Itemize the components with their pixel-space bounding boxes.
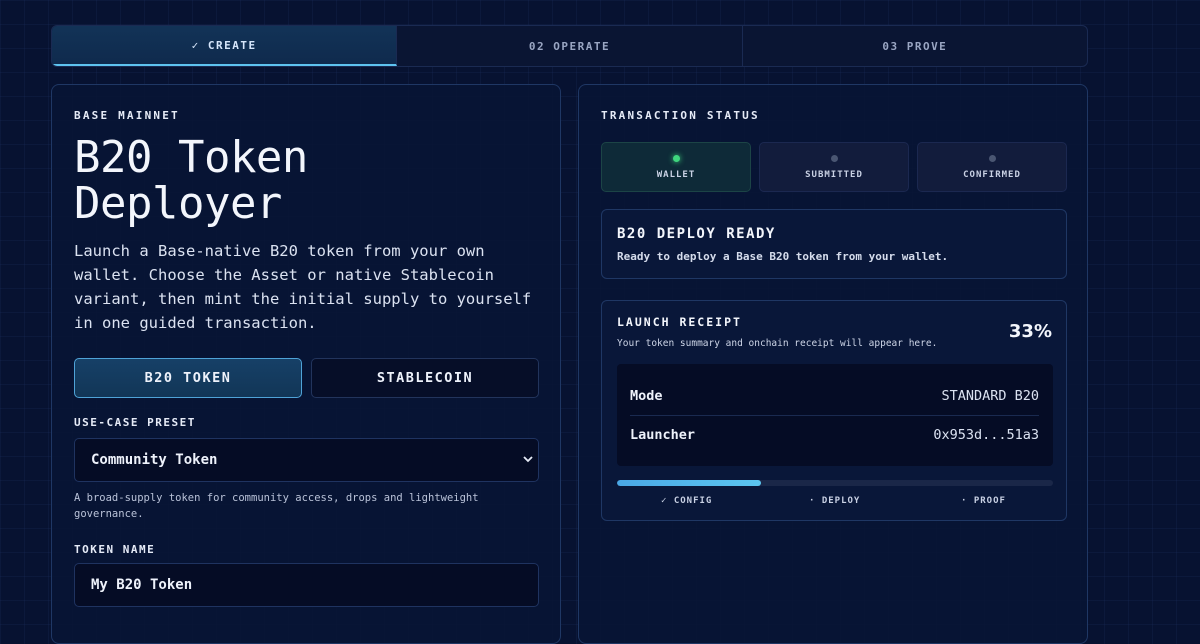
status-title: TRANSACTION STATUS [601, 109, 760, 122]
receipt-progress-fill [617, 480, 761, 486]
status-panel: TRANSACTION STATUS WALLET SUBMITTED CONF… [578, 84, 1088, 644]
status-chip-label: CONFIRMED [963, 169, 1021, 180]
milestone-proof: · PROOF [961, 496, 1006, 506]
receipt-row: Launcher 0x953d...51a3 [630, 415, 1039, 453]
chevron-down-icon [523, 456, 533, 463]
receipt-value: STANDARD B20 [941, 388, 1039, 404]
receipt-row: Mode STANDARD B20 [630, 377, 1039, 415]
preset-label: USE-CASE PRESET [74, 416, 196, 429]
status-dot-icon [988, 154, 996, 162]
receipt-key: Launcher [630, 426, 696, 443]
token-name-value: My B20 Token [91, 577, 193, 593]
status-chip-label: WALLET [656, 169, 696, 180]
step-tab-operate[interactable]: 02 OPERATE [397, 26, 743, 66]
launch-receipt-card: LAUNCH RECEIPT Your token summary and on… [601, 300, 1067, 521]
preset-help: A broad-supply token for community acces… [74, 492, 479, 520]
status-chip-submitted: SUBMITTED [759, 142, 909, 192]
receipt-progress-bar [617, 480, 1053, 486]
token-name-label: TOKEN NAME [74, 543, 156, 556]
receipt-key: Mode [630, 388, 663, 404]
milestone-config: ✓ CONFIG [661, 496, 713, 506]
status-dot-icon [830, 154, 838, 162]
status-chip-label: SUBMITTED [805, 169, 863, 180]
status-chip-confirmed: CONFIRMED [917, 142, 1067, 192]
deploy-ready-card: B20 DEPLOY READY Ready to deploy a Base … [601, 209, 1067, 279]
step-tab-create[interactable]: ✓ CREATE [52, 26, 398, 66]
preset-value: Community Token [91, 452, 218, 468]
deploy-ready-subtitle: Ready to deploy a Base B20 token from yo… [617, 250, 949, 263]
network-label: BASE MAINNET [74, 109, 180, 122]
status-chip-wallet: WALLET [601, 142, 751, 192]
receipt-title: LAUNCH RECEIPT [617, 315, 742, 329]
title-line-2: Deployer [74, 178, 282, 229]
variant-stablecoin-button[interactable]: STABLECOIN [311, 358, 539, 398]
page-title: B20 Token Deployer [74, 135, 308, 227]
milestone-deploy: · DEPLOY [809, 496, 861, 506]
variant-b20-token-button[interactable]: B20 TOKEN [74, 358, 302, 398]
receipt-subtitle: Your token summary and onchain receipt w… [617, 338, 938, 349]
deploy-ready-title: B20 DEPLOY READY [617, 226, 776, 242]
receipt-table: Mode STANDARD B20 Launcher 0x953d...51a3 [617, 364, 1053, 466]
preset-select[interactable]: Community Token [74, 438, 539, 482]
receipt-value: 0x953d...51a3 [933, 426, 1039, 443]
status-dot-icon [672, 154, 680, 162]
page-description: Launch a Base-native B20 token from your… [74, 242, 532, 332]
step-tab-prove[interactable]: 03 PROVE [743, 26, 1087, 66]
token-name-input[interactable]: My B20 Token [74, 563, 539, 607]
title-line-1: B20 Token [74, 132, 308, 183]
deployer-panel: BASE MAINNET B20 Token Deployer Launch a… [51, 84, 561, 644]
step-tabs: ✓ CREATE 02 OPERATE 03 PROVE [51, 25, 1088, 67]
receipt-percent: 33% [1008, 321, 1052, 342]
